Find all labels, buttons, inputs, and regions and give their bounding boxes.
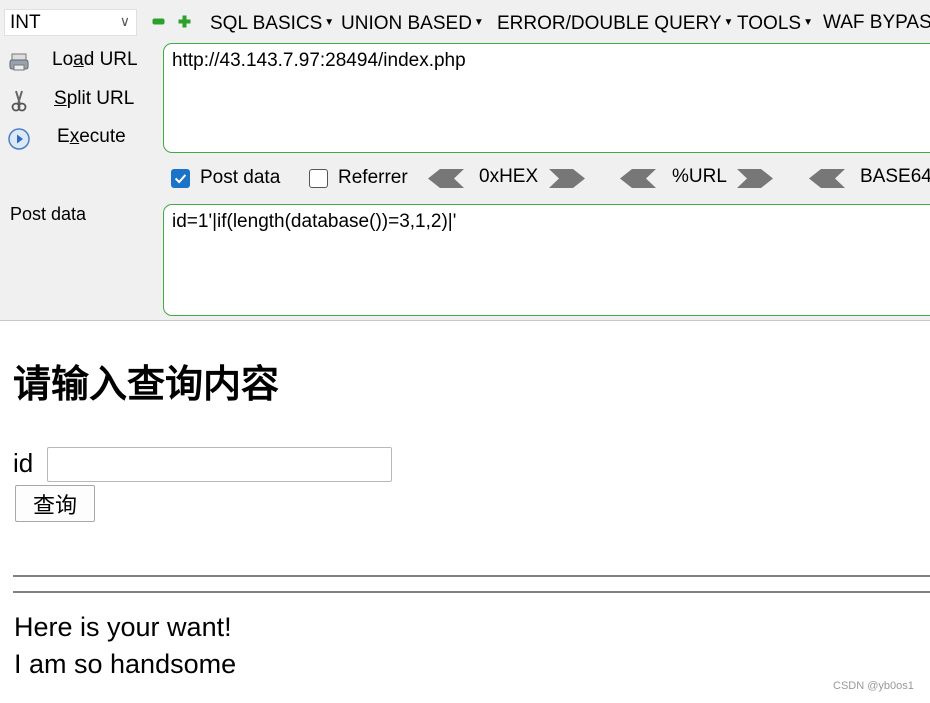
dropdown-arrow-icon: ▼ [803,17,813,28]
page-title: 请输入查询内容 [13,362,280,406]
menu-label: SQL BASICS [210,13,323,34]
play-icon [8,128,30,150]
menu-union-based[interactable]: UNION BASED ▼ [341,11,484,36]
divider [13,575,930,577]
menu-label: TOOLS [737,13,802,34]
dropdown-arrow-icon: ▼ [723,17,734,28]
plus-icon[interactable] [178,15,191,28]
menu-waf-bypass[interactable]: WAF BYPAS [823,11,930,35]
menu-sql-basics[interactable]: SQL BASICS ▼ [210,11,334,36]
id-input[interactable] [47,447,392,482]
split-url-label: Split URL [54,88,135,109]
output-line: Here is your want! [14,612,232,642]
scissors-icon [11,90,27,112]
base64-encoder-label: BASE64 [860,166,930,187]
url-textarea[interactable]: http://43.143.7.97:28494/index.php [163,43,930,153]
url-value: http://43.143.7.97:28494/index.php [172,50,466,71]
post-data-option-label: Post data [200,167,281,188]
referrer-option-label: Referrer [338,167,408,188]
hex-encoder-label: 0xHEX [479,166,539,187]
watermark: CSDN @yb0os1 [833,680,914,692]
menu-label: WAF BYPAS [823,12,930,33]
minus-icon[interactable] [152,15,165,28]
post-data-section-label: Post data [10,204,87,224]
menu-label: UNION BASED [341,13,472,34]
menu-error-double-query[interactable]: ERROR/DOUBLE QUERY ▼ [497,11,733,36]
referrer-checkbox[interactable] [309,169,328,188]
divider [13,591,930,593]
hackbar-toolbar: INT ∨ SQL BASICS ▼ UNION BASED ▼ ERROR/DOU… [0,0,930,44]
base64-decode-left-icon[interactable] [809,169,845,188]
load-url-button[interactable]: Load URL [0,45,150,77]
type-select-value: INT [10,12,41,33]
dropdown-arrow-icon: ▼ [473,17,484,28]
hex-decode-left-icon[interactable] [428,169,464,188]
output-line: I am so handsome [14,649,237,679]
split-url-button[interactable]: Split URL [0,84,150,116]
url-encode-right-icon[interactable] [737,169,773,188]
url-decode-left-icon[interactable] [620,169,656,188]
hex-encode-right-icon[interactable] [549,169,585,188]
menu-tools[interactable]: TOOLS ▼ [737,11,813,36]
load-url-label: Load URL [52,49,138,70]
query-button[interactable]: 查询 [15,485,95,522]
post-data-checkbox[interactable] [171,169,190,188]
menu-label: ERROR/DOUBLE QUERY [497,13,722,34]
dropdown-arrow-icon: ▼ [324,17,335,28]
execute-button[interactable]: Execute [0,122,150,154]
post-data-value: id=1'|if(length(database())=3,1,2)|' [172,211,457,232]
options-row: Post data Referrer 0xHEX %URL BASE64 [0,164,930,196]
url-encoder-label: %URL [672,166,727,187]
hackbar-panel: INT ∨ SQL BASICS ▼ UNION BASED ▼ ERROR/DOU… [0,0,930,321]
printer-icon [9,53,29,71]
type-select[interactable]: INT ∨ [4,9,137,36]
post-data-textarea[interactable]: id=1'|if(length(database())=3,1,2)|' [163,204,930,316]
id-field-label: id [13,448,34,478]
execute-label: Execute [57,126,126,147]
chevron-down-icon: ∨ [119,13,130,29]
